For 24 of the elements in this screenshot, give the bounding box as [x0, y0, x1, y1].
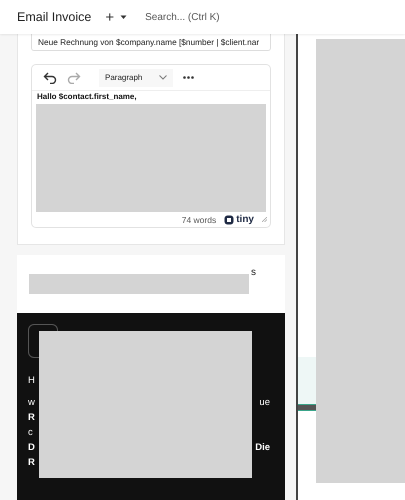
word-count: 74 words: [182, 214, 216, 224]
more-icon[interactable]: [183, 76, 194, 79]
subject-field[interactable]: Neue Rechnung von $company.name [$number | $client.nar: [31, 34, 271, 51]
page-title: Email Invoice: [17, 10, 92, 24]
search-field[interactable]: Search... (Ctrl K): [143, 10, 288, 24]
highlight-band: [298, 357, 316, 404]
body-text: R: [28, 456, 35, 470]
format-dropdown[interactable]: Paragraph: [99, 68, 173, 86]
subject-text: s: [251, 267, 256, 278]
body-text: D: [28, 441, 35, 455]
add-button[interactable]: +: [101, 8, 132, 26]
brand-logo[interactable]: tiny: [224, 214, 254, 225]
body-text: Hallo $contact.first_name,: [36, 92, 138, 102]
chevron-icon[interactable]: [159, 75, 167, 80]
resize-handle-icon[interactable]: [262, 217, 267, 222]
body-text: ue: [259, 396, 270, 410]
body-text: c: [28, 426, 33, 440]
divider-bar: [298, 404, 316, 411]
body-text: R: [28, 411, 35, 425]
caret-icon[interactable]: [120, 14, 128, 20]
body-text: Die: [255, 441, 270, 455]
undo-icon[interactable]: [43, 72, 57, 84]
body-text: H: [28, 374, 35, 388]
body-text: w: [28, 396, 35, 410]
